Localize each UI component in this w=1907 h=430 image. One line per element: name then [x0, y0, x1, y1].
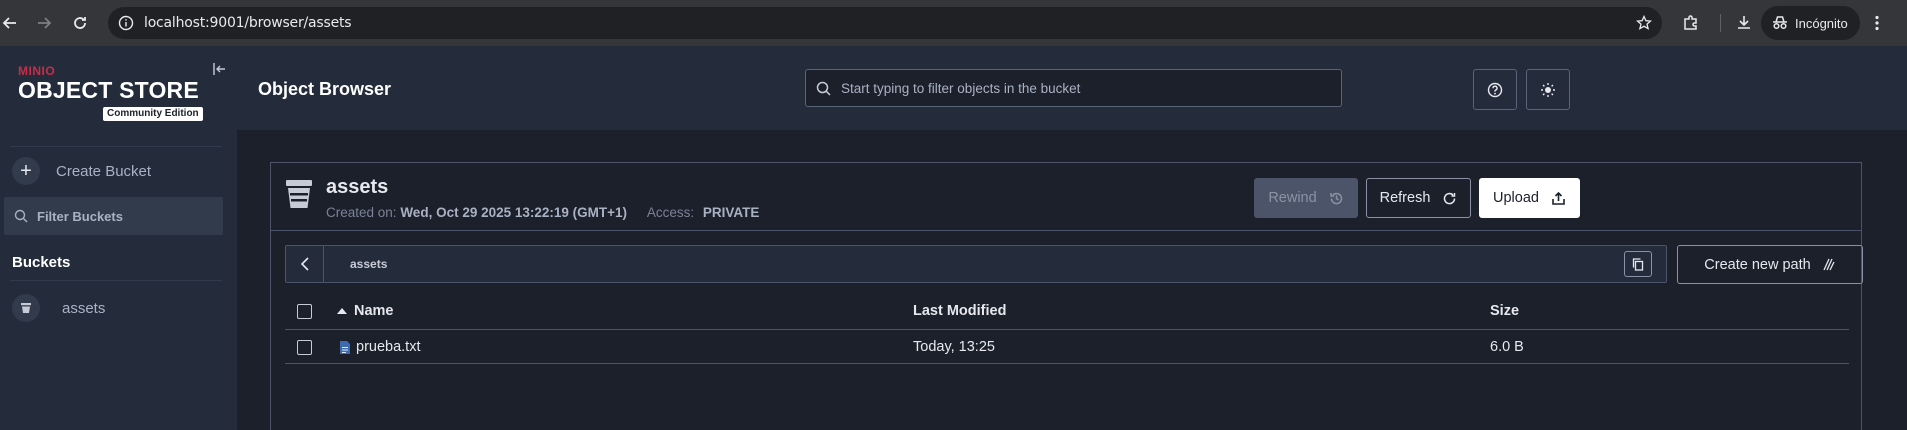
table-header: Name Last Modified Size [285, 293, 1849, 330]
upload-label: Upload [1493, 190, 1539, 206]
bucket-meta: Created on: Wed, Oct 29 2025 13:22:19 (G… [326, 205, 759, 220]
sun-icon [1541, 82, 1555, 97]
file-name: prueba.txt [356, 339, 421, 355]
file-name-cell[interactable]: prueba.txt [339, 339, 421, 355]
last-modified-value: Today, 13:25 [913, 339, 995, 355]
created-value: Wed, Oct 29 2025 13:22:19 (GMT+1) [400, 205, 628, 220]
buckets-heading: Buckets [12, 254, 71, 271]
brand-minio: MINIO [18, 64, 56, 78]
bucket-panel: assets Created on: Wed, Oct 29 2025 13:2… [270, 162, 1863, 430]
refresh-button[interactable]: Refresh [1366, 178, 1471, 218]
select-all-checkbox[interactable] [297, 304, 312, 319]
size-column-label: Size [1490, 303, 1520, 319]
sidebar-divider [10, 280, 222, 281]
upload-icon [1552, 191, 1565, 205]
browser-actions: Incógnito [1672, 0, 1880, 46]
refresh-icon [1444, 192, 1456, 204]
object-search[interactable] [805, 69, 1342, 107]
more-menu-icon[interactable] [1874, 15, 1880, 31]
reload-icon[interactable] [66, 9, 94, 37]
new-path-icon [1823, 258, 1835, 271]
history-icon [1329, 192, 1342, 204]
page-header: Object Browser [237, 46, 1907, 130]
help-circle-icon [1487, 82, 1503, 97]
name-column-label: Name [354, 303, 394, 319]
sidebar-divider [10, 146, 222, 147]
breadcrumb-item[interactable]: assets [350, 257, 387, 271]
plus-icon: + [12, 157, 40, 185]
extensions-icon[interactable] [1682, 14, 1700, 32]
search-icon [816, 81, 831, 96]
create-new-path-label: Create new path [1704, 256, 1811, 273]
page-title: Object Browser [258, 79, 392, 99]
theme-toggle-button[interactable] [1526, 69, 1570, 110]
breadcrumb: assets [285, 245, 1667, 283]
size-cell: 6.0 B [1490, 339, 1524, 355]
bookmark-star-icon[interactable] [1636, 15, 1652, 31]
text-file-icon [340, 340, 350, 354]
name-column-header[interactable]: Name [337, 303, 394, 319]
bucket-header: assets Created on: Wed, Oct 29 2025 13:2… [271, 163, 1861, 231]
back-arrow-icon[interactable] [0, 9, 24, 37]
created-label: Created on: [326, 205, 397, 220]
filter-buckets-placeholder: Filter Buckets [37, 208, 123, 224]
create-new-path-button[interactable]: Create new path [1677, 245, 1863, 284]
filter-buckets-input[interactable]: Filter Buckets [4, 197, 223, 235]
size-value: 6.0 B [1490, 339, 1524, 355]
refresh-label: Refresh [1379, 190, 1431, 206]
url-text[interactable]: localhost:9001/browser/assets [144, 15, 352, 31]
access-value: PRIVATE [702, 205, 760, 220]
address-bar[interactable]: localhost:9001/browser/assets [108, 7, 1662, 39]
back-button[interactable] [286, 246, 324, 282]
bucket-icon [12, 294, 40, 322]
rewind-label: Rewind [1268, 190, 1317, 206]
last-modified-column-label: Last Modified [913, 303, 1007, 319]
toolbar-divider [1720, 14, 1721, 32]
help-button[interactable] [1473, 69, 1517, 110]
incognito-badge[interactable]: Incógnito [1761, 6, 1860, 40]
forward-arrow-icon[interactable] [30, 9, 58, 37]
sidebar-bucket-label: assets [62, 299, 106, 317]
site-info-icon[interactable] [118, 15, 134, 31]
copy-icon [1632, 257, 1644, 271]
size-column-header[interactable]: Size [1490, 303, 1519, 319]
sidebar: MINIO OBJECT STORE Community Edition + C… [0, 46, 237, 430]
incognito-icon [1773, 16, 1787, 30]
last-modified-column-header[interactable]: Last Modified [913, 303, 1006, 319]
brand-edition: Community Edition [103, 107, 203, 121]
upload-button[interactable]: Upload [1479, 178, 1580, 218]
brand-logo[interactable]: MINIO OBJECT STORE Community Edition [18, 65, 203, 121]
search-icon [14, 209, 28, 223]
sort-ascending-icon [337, 308, 347, 314]
bucket-name: assets [326, 176, 389, 198]
rewind-button[interactable]: Rewind [1254, 178, 1358, 218]
object-search-input[interactable] [841, 80, 1321, 96]
copy-path-button[interactable] [1624, 251, 1652, 277]
browser-toolbar: localhost:9001/browser/assets Incógnito [0, 0, 1907, 46]
row-checkbox[interactable] [297, 340, 312, 355]
sidebar-bucket-assets[interactable]: assets [12, 294, 105, 322]
create-bucket-label: Create Bucket [56, 162, 152, 180]
access-label: Access: [646, 205, 695, 220]
incognito-label: Incógnito [1795, 15, 1848, 31]
last-modified-cell: Today, 13:25 [913, 339, 995, 355]
brand-title: OBJECT STORE [18, 77, 199, 103]
chevron-left-icon [300, 257, 309, 271]
table-row[interactable]: prueba.txt Today, 13:25 6.0 B [285, 331, 1849, 364]
collapse-sidebar-icon[interactable] [213, 62, 227, 76]
download-icon[interactable] [1735, 14, 1753, 32]
bucket-icon [286, 180, 312, 208]
create-bucket-button[interactable]: + Create Bucket [12, 157, 151, 185]
